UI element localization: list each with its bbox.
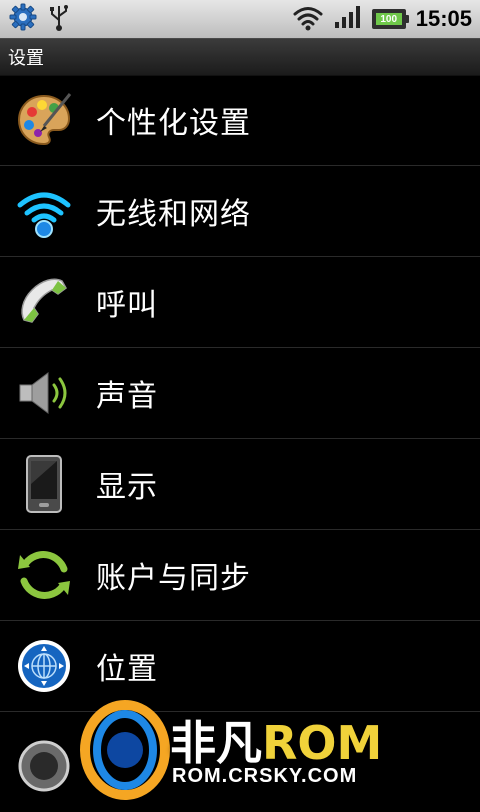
settings-item-wireless[interactable]: 无线和网络 [0, 166, 480, 257]
settings-item-label: 账户与同步 [96, 561, 251, 596]
wifi-icon [292, 3, 324, 35]
settings-item-label: 呼叫 [96, 288, 158, 323]
battery-icon: 100 [371, 9, 409, 29]
settings-item-call[interactable]: 呼叫 [0, 257, 480, 348]
settings-item-display[interactable]: 显示 [0, 439, 480, 530]
battery-level-text: 100 [380, 13, 398, 25]
title-bar: 设置 [0, 38, 480, 76]
settings-icon [8, 2, 38, 36]
status-bar: 100 15:05 [0, 0, 480, 38]
settings-item-label: 声音 [96, 379, 158, 414]
settings-item-sound[interactable]: 声音 [0, 348, 480, 439]
settings-item-label: 个性化设置 [96, 106, 251, 141]
sync-icon [12, 543, 76, 607]
page-title: 设置 [8, 48, 44, 69]
display-icon [12, 452, 76, 516]
settings-list: 个性化设置 无线和网络 呼叫 声音 显示 账户与同步 位置 [0, 75, 480, 812]
settings-item-location[interactable]: 位置 [0, 621, 480, 712]
phone-icon [12, 270, 76, 334]
settings-item-accounts-sync[interactable]: 账户与同步 [0, 530, 480, 621]
signal-icon [334, 4, 362, 34]
settings-item-label: 显示 [96, 470, 158, 505]
globe-icon [12, 634, 76, 698]
settings-item-personalize[interactable]: 个性化设置 [0, 75, 480, 166]
status-time: 15:05 [415, 6, 472, 31]
usb-icon [48, 2, 70, 36]
settings-item-label: 位置 [96, 652, 158, 687]
palette-icon [12, 88, 76, 152]
settings-item-partial[interactable] [0, 712, 480, 812]
security-icon [12, 730, 76, 794]
wifi-icon [12, 179, 76, 243]
settings-item-label: 无线和网络 [96, 197, 251, 232]
speaker-icon [12, 361, 76, 425]
